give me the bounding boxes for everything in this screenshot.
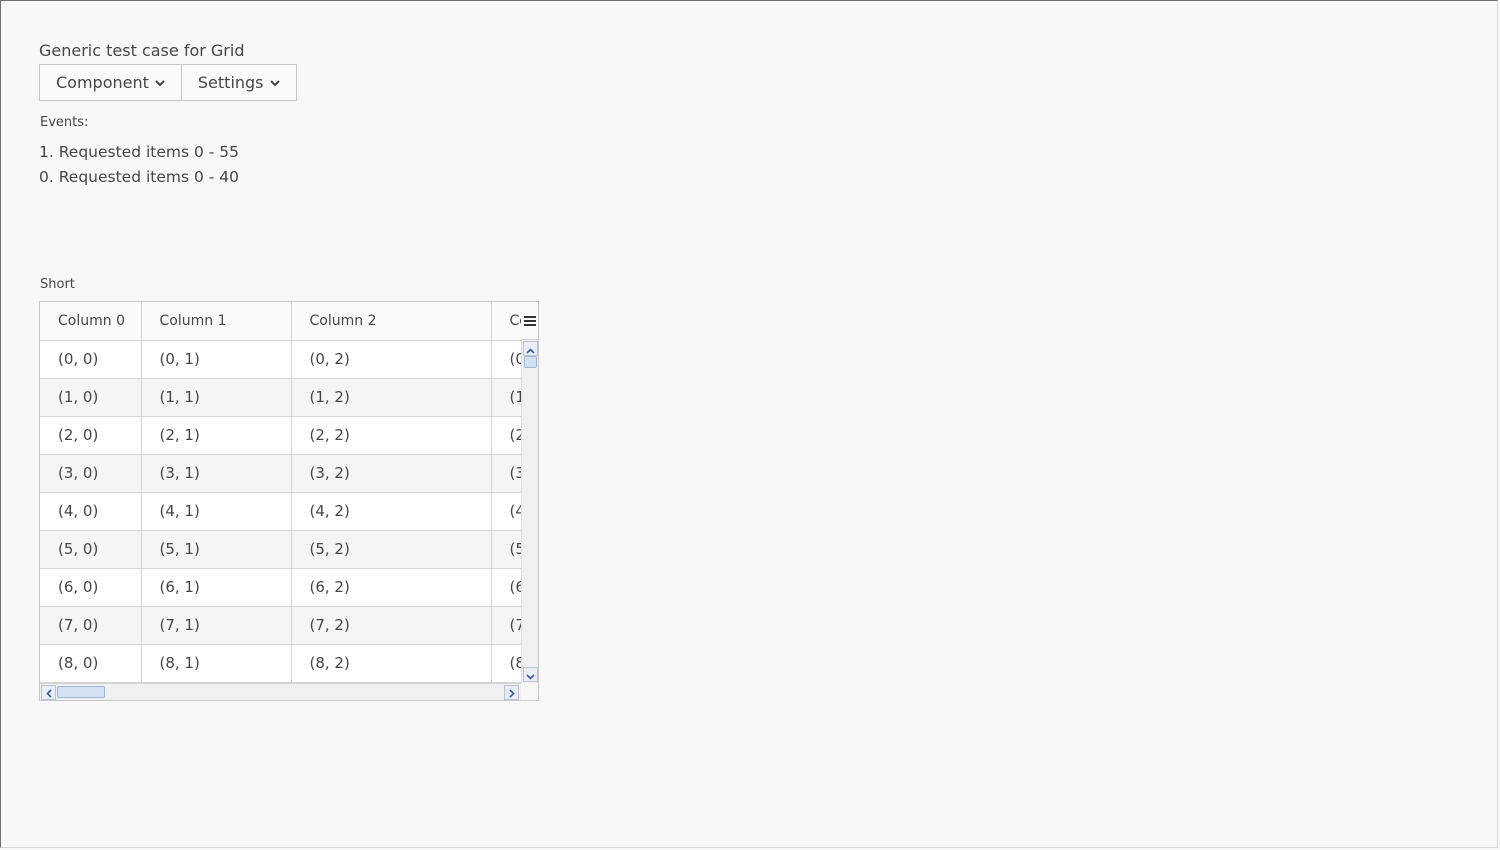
table-cell[interactable]: (7, 0)	[40, 606, 142, 645]
table-row[interactable]: (5, 0)(5, 1)(5, 2)(5, 3)	[40, 530, 521, 569]
table-cell[interactable]: (4, 2)	[291, 492, 492, 531]
table-cell[interactable]: (7, 3)	[491, 606, 521, 645]
table-cell[interactable]: (1, 1)	[141, 378, 292, 417]
table-row[interactable]: (2, 0)(2, 1)(2, 2)(2, 3)	[40, 416, 521, 455]
table-cell[interactable]: (8, 3)	[491, 644, 521, 683]
table-cell[interactable]: (5, 2)	[291, 530, 492, 569]
table-cell[interactable]: (3, 3)	[491, 454, 521, 493]
chevron-right-icon	[508, 683, 515, 700]
table-cell[interactable]: (3, 2)	[291, 454, 492, 493]
table-cell[interactable]: (4, 1)	[141, 492, 292, 531]
table-cell[interactable]: (0, 1)	[141, 340, 292, 379]
table-cell[interactable]: (2, 0)	[40, 416, 142, 455]
vertical-scrollbar[interactable]	[521, 340, 538, 683]
table-cell[interactable]: (8, 2)	[291, 644, 492, 683]
table-cell[interactable]: (6, 2)	[291, 568, 492, 607]
table-cell[interactable]: (4, 0)	[40, 492, 142, 531]
table-row[interactable]: (3, 0)(3, 1)(3, 2)(3, 3)	[40, 454, 521, 493]
menu-settings-label: Settings	[197, 73, 264, 92]
chevron-left-icon	[45, 683, 52, 700]
table-row[interactable]: (8, 0)(8, 1)(8, 2)(8, 3)	[40, 644, 521, 683]
table-cell[interactable]: (7, 2)	[291, 606, 492, 645]
scrollbar-corner	[521, 683, 538, 700]
table-cell[interactable]: (8, 0)	[40, 644, 142, 683]
table-row[interactable]: (0, 0)(0, 1)(0, 2)(0, 3)	[40, 340, 521, 379]
table-cell[interactable]: (2, 2)	[291, 416, 492, 455]
column-header[interactable]: Column 3	[491, 302, 521, 341]
table-cell[interactable]: (1, 0)	[40, 378, 142, 417]
column-header[interactable]: Column 1	[141, 302, 292, 341]
table-cell[interactable]: (6, 3)	[491, 568, 521, 607]
column-header[interactable]: Column 0	[40, 302, 142, 341]
table-cell[interactable]: (2, 3)	[491, 416, 521, 455]
table-cell[interactable]: (2, 1)	[141, 416, 292, 455]
table-cell[interactable]: (5, 3)	[491, 530, 521, 569]
events-log: 1. Requested items 0 - 55 0. Requested i…	[39, 140, 239, 190]
scroll-up-button[interactable]	[523, 341, 538, 356]
table-cell[interactable]: (3, 1)	[141, 454, 292, 493]
table-row[interactable]: (1, 0)(1, 1)(1, 2)(1, 3)	[40, 378, 521, 417]
event-entry: 1. Requested items 0 - 55	[39, 143, 240, 161]
grid-body-viewport: Column 0 Column 1 Column 2 Column 3 (0, …	[40, 302, 521, 683]
header-row: Column 0 Column 1 Column 2 Column 3	[40, 302, 521, 341]
data-grid: Column 0 Column 1 Column 2 Column 3 (0, …	[39, 301, 539, 701]
table-cell[interactable]: (1, 2)	[291, 378, 492, 417]
table-cell[interactable]: (4, 3)	[491, 492, 521, 531]
table-cell[interactable]: (1, 3)	[491, 378, 521, 417]
table-cell[interactable]: (5, 1)	[141, 530, 292, 569]
menubar: Component Settings	[39, 64, 297, 101]
table-cell[interactable]: (0, 2)	[291, 340, 492, 379]
chevron-down-icon	[269, 79, 280, 87]
table-cell[interactable]: (5, 0)	[40, 530, 142, 569]
event-entry: 0. Requested items 0 - 40	[39, 168, 240, 186]
horizontal-scroll-thumb[interactable]	[57, 686, 105, 698]
scroll-down-button[interactable]	[523, 667, 538, 682]
menu-component-label: Component	[56, 73, 149, 92]
scroll-left-button[interactable]	[41, 685, 56, 700]
table-row[interactable]: (7, 0)(7, 1)(7, 2)(7, 3)	[40, 606, 521, 645]
table-cell[interactable]: (8, 1)	[141, 644, 292, 683]
vertical-scroll-thumb[interactable]	[524, 356, 537, 368]
table-cell[interactable]: (7, 1)	[141, 606, 292, 645]
table-cell[interactable]: (0, 0)	[40, 340, 142, 379]
sidebar-toggle-button[interactable]	[521, 302, 538, 340]
table-row[interactable]: (4, 0)(4, 1)(4, 2)(4, 3)	[40, 492, 521, 531]
table-cell[interactable]: (0, 3)	[491, 340, 521, 379]
chevron-down-icon	[155, 79, 165, 87]
menu-component[interactable]: Component	[40, 65, 181, 100]
hamburger-icon	[523, 311, 536, 330]
menu-settings[interactable]: Settings	[180, 65, 296, 100]
page-title: Generic test case for Grid	[39, 41, 245, 60]
horizontal-scrollbar[interactable]	[40, 683, 521, 700]
column-header[interactable]: Column 2	[291, 302, 492, 341]
grid-caption: Short	[40, 277, 75, 292]
grid-table: Column 0 Column 1 Column 2 Column 3 (0, …	[40, 302, 521, 683]
scroll-right-button[interactable]	[504, 685, 519, 700]
table-row[interactable]: (6, 0)(6, 1)(6, 2)(6, 3)	[40, 568, 521, 607]
table-cell[interactable]: (3, 0)	[40, 454, 142, 493]
table-cell[interactable]: (6, 1)	[141, 568, 292, 607]
events-caption: Events:	[40, 115, 89, 130]
table-cell[interactable]: (6, 0)	[40, 568, 142, 607]
chevron-down-icon	[526, 665, 535, 684]
